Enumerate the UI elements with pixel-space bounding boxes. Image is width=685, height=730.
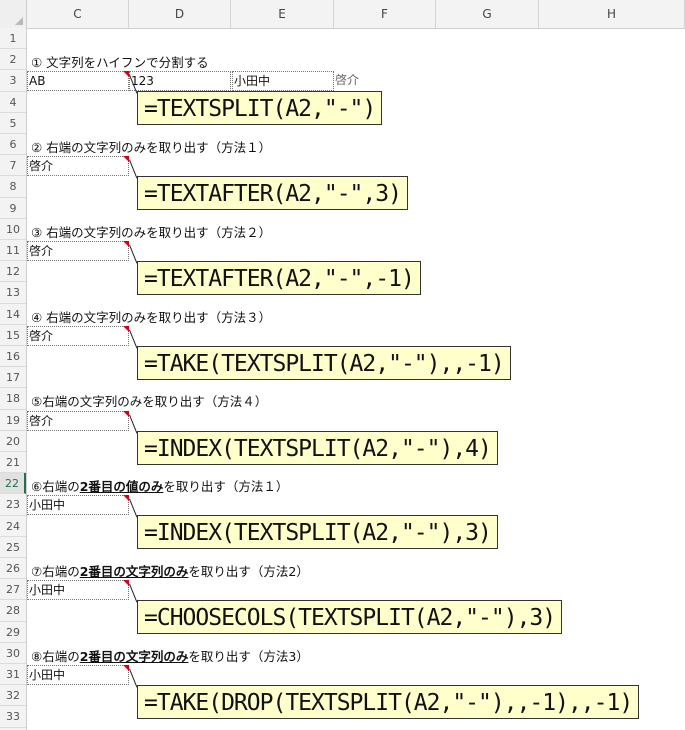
row-header-17[interactable]: 17: [0, 367, 26, 389]
section-heading: ④ 右端の文字列のみを取り出す（方法３）: [31, 307, 271, 326]
row-header-25[interactable]: 25: [0, 537, 26, 558]
column-header-d[interactable]: D: [129, 0, 231, 28]
section-heading: ⑦右端の2番目の文字列のみを取り出す（方法2）: [31, 561, 309, 580]
formula-comment: =TEXTSPLIT(A2,"-"): [137, 91, 383, 126]
column-header-c[interactable]: C: [27, 0, 129, 28]
row-header-26[interactable]: 26: [0, 558, 26, 580]
result-cell[interactable]: 啓介: [27, 410, 129, 431]
section-heading: ⑤右端の文字列のみを取り出す（方法４）: [31, 391, 267, 410]
row-header-10[interactable]: 10: [0, 219, 26, 240]
heading-text: ⑤右端の文字列のみを取り出す（方法４）: [31, 394, 268, 410]
result-cell[interactable]: 啓介: [27, 156, 129, 177]
row-header-27[interactable]: 27: [0, 579, 26, 601]
formula-comment: =TEXTAFTER(A2,"-",-1): [137, 261, 421, 295]
row-header-28[interactable]: 28: [0, 600, 26, 622]
heading-text: ① 文字列をハイフンで分割する: [31, 55, 209, 71]
row-header-18[interactable]: 18: [0, 388, 26, 410]
spreadsheet: C D E F G H 1 2 3 4 5 6 7 8 9 10 11 12 13 14 15 16 17 18 1…: [0, 0, 685, 730]
row-header-3[interactable]: 3: [0, 70, 26, 92]
result-cell[interactable]: 小田中: [27, 665, 129, 685]
heading-text: ③ 右端の文字列のみを取り出す（方法２）: [31, 224, 272, 240]
column-header-f[interactable]: F: [334, 0, 436, 28]
comment-indicator-icon[interactable]: [123, 325, 129, 332]
row-header-8[interactable]: 8: [0, 176, 26, 198]
section-heading: ⑥右端の2番目の値のみを取り出す（方法１）: [31, 476, 288, 495]
heading-emphasis: 2番目の値のみ: [79, 479, 164, 495]
row-header-30[interactable]: 30: [0, 643, 26, 664]
row-header-1[interactable]: 1: [0, 28, 26, 50]
select-all-button[interactable]: [0, 0, 27, 28]
row-header-22[interactable]: 22: [0, 473, 26, 495]
heading-text-suffix: を取り出す（方法2）: [188, 564, 309, 579]
row-header-20[interactable]: 20: [0, 431, 26, 452]
section-heading: ① 文字列をハイフンで分割する: [31, 52, 209, 71]
section-heading: ② 右端の文字列のみを取り出す（方法１）: [31, 137, 271, 156]
row-header-33[interactable]: 33: [0, 706, 26, 728]
row-header-14[interactable]: 14: [0, 304, 26, 325]
row-header-13[interactable]: 13: [0, 282, 26, 304]
row-header-19[interactable]: 19: [0, 410, 26, 431]
row-header-4[interactable]: 4: [0, 92, 26, 113]
row-header-7[interactable]: 7: [0, 155, 26, 177]
formula-comment: =INDEX(TEXTSPLIT(A2,"-"),4): [137, 430, 498, 465]
formula-comment: =TAKE(TEXTSPLIT(A2,"-"),,-1): [137, 345, 511, 380]
result-cell[interactable]: 啓介: [27, 325, 129, 346]
heading-emphasis: 2番目の文字列のみ: [79, 648, 189, 664]
row-header-29[interactable]: 29: [0, 622, 26, 643]
heading-text-suffix: を取り出す（方法１）: [163, 479, 289, 495]
column-header-g[interactable]: G: [436, 0, 539, 28]
heading-text: ④ 右端の文字列のみを取り出す（方法３）: [31, 309, 272, 325]
section-heading: ③ 右端の文字列のみを取り出す（方法２）: [31, 222, 271, 241]
column-header-e[interactable]: E: [231, 0, 334, 28]
row-header-31[interactable]: 31: [0, 664, 26, 686]
heading-text: ⑧右端の: [31, 648, 80, 664]
heading-text: ② 右端の文字列のみを取り出す（方法１）: [31, 140, 272, 155]
heading-text: ⑦右端の: [31, 564, 80, 579]
heading-text: ⑥右端の: [31, 479, 80, 495]
row-header-5[interactable]: 5: [0, 113, 26, 134]
formula-comment: =CHOOSECOLS(TEXTSPLIT(A2,"-"),3): [137, 600, 563, 635]
row-header-16[interactable]: 16: [0, 346, 26, 368]
heading-text-suffix: を取り出す（方法3）: [188, 648, 309, 664]
formula-comment: =TAKE(DROP(TEXTSPLIT(A2,"-"),,-1),,-1): [137, 685, 640, 719]
result-cell[interactable]: 小田中: [27, 580, 129, 601]
result-cell[interactable]: 小田中: [232, 71, 334, 92]
cell-grid[interactable]: ① 文字列をハイフンで分割する AB 123 小田中 啓介 =TEXTSPLIT(A2,"…: [27, 29, 685, 730]
row-header-9[interactable]: 9: [0, 198, 26, 219]
row-header-32[interactable]: 32: [0, 685, 26, 707]
heading-emphasis: 2番目の文字列のみ: [79, 564, 189, 579]
row-header-23[interactable]: 23: [0, 494, 26, 516]
comment-indicator-icon[interactable]: [123, 410, 129, 417]
row-header-24[interactable]: 24: [0, 516, 26, 537]
section-heading: ⑧右端の2番目の文字列のみを取り出す（方法3）: [31, 646, 309, 665]
row-header-6[interactable]: 6: [0, 134, 26, 156]
column-header-h[interactable]: H: [539, 0, 685, 28]
formula-comment: =TEXTAFTER(A2,"-",3): [137, 176, 408, 211]
result-cell[interactable]: 123: [129, 71, 231, 92]
result-cell[interactable]: 啓介: [334, 71, 436, 91]
column-header-bar: C D E F G H: [0, 0, 685, 29]
result-cell[interactable]: 小田中: [27, 495, 129, 516]
row-header-11[interactable]: 11: [0, 240, 26, 262]
result-cell[interactable]: 啓介: [27, 241, 129, 261]
row-header-2[interactable]: 2: [0, 49, 26, 71]
row-header-12[interactable]: 12: [0, 261, 26, 283]
row-header-21[interactable]: 21: [0, 452, 26, 474]
formula-comment: =INDEX(TEXTSPLIT(A2,"-"),3): [137, 515, 498, 550]
result-cell[interactable]: AB: [27, 71, 129, 92]
row-header-bar: 1 2 3 4 5 6 7 8 9 10 11 12 13 14 15 16 17 18 19 20 21 22 23 24 2…: [0, 28, 27, 730]
row-header-15[interactable]: 15: [0, 325, 26, 346]
